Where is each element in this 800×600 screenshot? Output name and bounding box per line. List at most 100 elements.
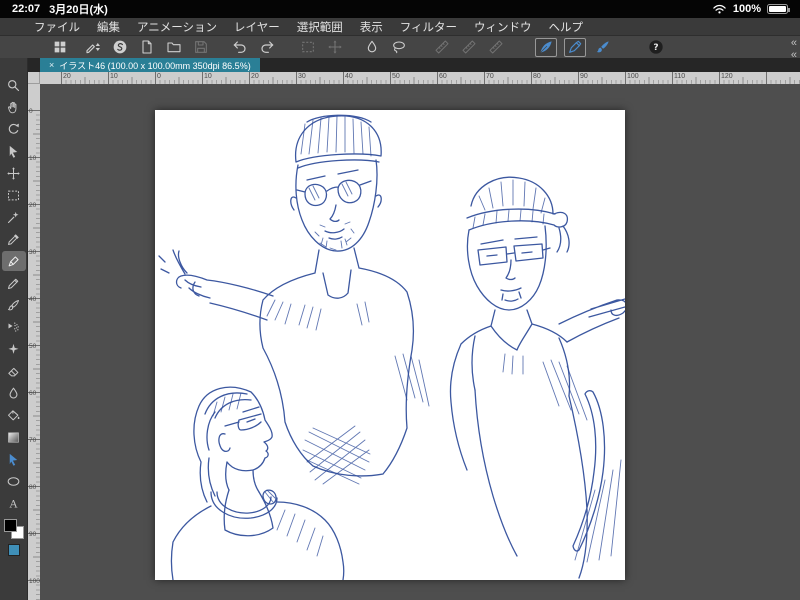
v-ruler-label: 70 bbox=[29, 437, 36, 444]
h-ruler-label: 30 bbox=[298, 73, 306, 80]
wifi-icon bbox=[712, 3, 727, 15]
v-ruler-label: 0 bbox=[29, 108, 33, 115]
tool-size-stepper-button[interactable] bbox=[83, 38, 103, 57]
battery-icon bbox=[767, 4, 788, 14]
tab-bar: × イラスト46 (100.00 x 100.00mm 350dpi 86.5%… bbox=[28, 58, 800, 72]
status-bar: 22:07 3月20日(水) 100% bbox=[0, 0, 800, 18]
tool-palette bbox=[0, 58, 28, 600]
h-ruler-label: 60 bbox=[439, 73, 447, 80]
canvas[interactable] bbox=[155, 110, 625, 580]
open-file-button[interactable] bbox=[164, 38, 184, 57]
selection-tool[interactable] bbox=[2, 185, 26, 205]
rotate-view-tool[interactable] bbox=[2, 119, 26, 139]
status-right: 100% bbox=[712, 3, 788, 15]
v-ruler-label: 90 bbox=[29, 531, 36, 538]
main-color-chip[interactable] bbox=[4, 519, 17, 532]
ruler-corner bbox=[28, 72, 40, 84]
redo-button[interactable] bbox=[257, 38, 277, 57]
h-ruler-label: 10 bbox=[110, 73, 118, 80]
figure-tool[interactable] bbox=[2, 471, 26, 491]
h-ruler-label: 110 bbox=[674, 73, 685, 80]
menu-edit[interactable]: 編集 bbox=[97, 19, 120, 35]
tool-list bbox=[0, 58, 27, 513]
move-view-tool[interactable] bbox=[2, 97, 26, 117]
lasso-launcher-button[interactable] bbox=[389, 38, 409, 57]
menu-help[interactable]: ヘルプ bbox=[548, 19, 583, 35]
text-tool[interactable] bbox=[2, 493, 26, 513]
menu-selection[interactable]: 選択範囲 bbox=[297, 19, 343, 35]
save-file-button bbox=[191, 38, 211, 57]
layer-move-tool[interactable] bbox=[2, 163, 26, 183]
object-tool[interactable] bbox=[2, 449, 26, 469]
h-ruler-label: 80 bbox=[533, 73, 541, 80]
eyedropper-tool[interactable] bbox=[2, 229, 26, 249]
canvas-artwork bbox=[155, 110, 625, 580]
menu-layer[interactable]: レイヤー bbox=[234, 19, 280, 35]
status-left: 22:07 3月20日(水) bbox=[12, 1, 108, 17]
eraser-tool[interactable] bbox=[2, 361, 26, 381]
menu-animation[interactable]: アニメーション bbox=[137, 19, 217, 35]
blend-tool[interactable] bbox=[2, 383, 26, 403]
v-ruler-label: 100 bbox=[29, 578, 40, 585]
select-launcher-button bbox=[298, 38, 318, 57]
pen-tool[interactable] bbox=[2, 251, 26, 271]
h-ruler-label: 90 bbox=[580, 73, 588, 80]
date: 3月20日(水) bbox=[49, 1, 108, 17]
h-ruler-label: 120 bbox=[721, 73, 733, 80]
gradient-tool[interactable] bbox=[2, 427, 26, 447]
collapse-panel-chevron-1[interactable]: « bbox=[791, 38, 797, 49]
quick-pen-1-button[interactable] bbox=[535, 38, 557, 57]
workspace-grid-button[interactable] bbox=[50, 38, 70, 57]
operation-tool[interactable] bbox=[2, 141, 26, 161]
snap-to-grid-button bbox=[486, 38, 506, 57]
h-ruler-label: 70 bbox=[486, 73, 494, 80]
document-tab-title: イラスト46 (100.00 x 100.00mm 350dpi 86.5%) bbox=[59, 59, 250, 72]
document-tab[interactable]: × イラスト46 (100.00 x 100.00mm 350dpi 86.5%… bbox=[40, 58, 260, 72]
battery-percent: 100% bbox=[733, 3, 761, 15]
v-ruler-label: 50 bbox=[29, 343, 36, 350]
fill-tool[interactable] bbox=[2, 405, 26, 425]
blend-launcher-button[interactable] bbox=[362, 38, 382, 57]
menu-view[interactable]: 表示 bbox=[360, 19, 383, 35]
h-ruler-label: 0 bbox=[157, 73, 161, 80]
brush-tool[interactable] bbox=[2, 295, 26, 315]
airbrush-tool[interactable] bbox=[2, 317, 26, 337]
color-set-swatch[interactable] bbox=[8, 544, 20, 556]
menu-bar: ファイル 編集 アニメーション レイヤー 選択範囲 表示 フィルター ウィンドウヘルプ bbox=[0, 18, 800, 36]
pencil-tool[interactable] bbox=[2, 273, 26, 293]
h-ruler-label: 100 bbox=[627, 73, 639, 80]
h-ruler-label: 40 bbox=[345, 73, 353, 80]
undo-button[interactable] bbox=[230, 38, 250, 57]
clock: 22:07 bbox=[12, 3, 40, 15]
menu-window[interactable]: ウィンドウ bbox=[474, 19, 532, 35]
v-ruler-label: 80 bbox=[29, 484, 36, 491]
quick-brush-button[interactable] bbox=[593, 38, 613, 57]
h-ruler-label: 10 bbox=[204, 73, 212, 80]
close-tab-icon[interactable]: × bbox=[49, 60, 54, 70]
zoom-tool[interactable] bbox=[2, 75, 26, 95]
color-chips bbox=[0, 519, 27, 556]
color-indicator[interactable] bbox=[4, 519, 24, 539]
main-toolbar bbox=[0, 36, 800, 58]
v-ruler-label: 40 bbox=[29, 296, 36, 303]
deselect-button bbox=[325, 38, 345, 57]
decoration-tool[interactable] bbox=[2, 339, 26, 359]
snap-to-ruler-button bbox=[432, 38, 452, 57]
v-ruler-label: 10 bbox=[29, 155, 36, 162]
new-canvas-button[interactable] bbox=[137, 38, 157, 57]
v-ruler-label: 20 bbox=[29, 202, 36, 209]
menu-file[interactable]: ファイル bbox=[34, 19, 80, 35]
v-ruler-label: 30 bbox=[29, 249, 36, 256]
quick-pen-2-button[interactable] bbox=[564, 38, 586, 57]
h-ruler-label: 20 bbox=[251, 73, 259, 80]
h-ruler-label: 50 bbox=[392, 73, 400, 80]
vertical-ruler: 0 10 20 30 40 50 60 70 80 90 100 bbox=[28, 84, 40, 600]
canvas-viewport[interactable] bbox=[40, 84, 800, 600]
clip-studio-home-button[interactable] bbox=[110, 38, 130, 57]
v-ruler-label: 60 bbox=[29, 390, 36, 397]
h-ruler-label: 20 bbox=[63, 73, 71, 80]
snap-to-special-ruler-button bbox=[459, 38, 479, 57]
auto-select-tool[interactable] bbox=[2, 207, 26, 227]
menu-filter[interactable]: フィルター bbox=[400, 19, 457, 35]
help-button[interactable] bbox=[646, 38, 666, 57]
